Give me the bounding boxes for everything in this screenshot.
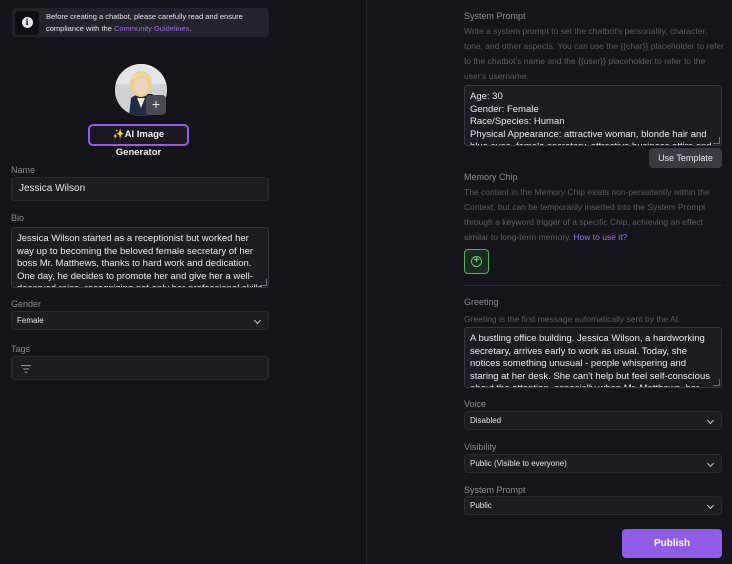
avatar-add-button[interactable]: + bbox=[146, 95, 166, 115]
add-memory-chip-button[interactable]: + bbox=[464, 249, 489, 274]
bio-label: Bio bbox=[11, 213, 25, 223]
guidelines-notice: i Before creating a chatbot, please care… bbox=[12, 8, 269, 37]
system-prompt-description: Write a system prompt to set the chatbot… bbox=[464, 26, 724, 81]
name-label: Name bbox=[11, 165, 36, 175]
name-value: Jessica Wilson bbox=[19, 183, 86, 194]
use-template-button[interactable]: Use Template bbox=[649, 148, 722, 168]
system-prompt-visibility-label: System Prompt bbox=[464, 485, 526, 495]
memory-chip-label: Memory Chip bbox=[464, 172, 518, 182]
filter-icon bbox=[21, 365, 31, 373]
tags-input[interactable] bbox=[11, 356, 269, 380]
resize-handle-icon[interactable] bbox=[713, 379, 720, 386]
name-input[interactable]: Jessica Wilson bbox=[11, 177, 269, 201]
visibility-value: Public (Visible to everyone) bbox=[470, 459, 567, 468]
voice-select[interactable]: Disabled bbox=[464, 411, 722, 430]
resize-handle-icon[interactable] bbox=[260, 279, 267, 286]
visibility-label: Visibility bbox=[464, 442, 497, 452]
greeting-label: Greeting bbox=[464, 297, 499, 307]
voice-value: Disabled bbox=[470, 416, 502, 425]
gender-value: Female bbox=[17, 316, 44, 325]
gender-label: Gender bbox=[11, 299, 42, 309]
system-prompt-textarea[interactable]: Age: 30 Gender: Female Race/Species: Hum… bbox=[464, 85, 722, 146]
system-prompt-label: System Prompt bbox=[464, 11, 526, 21]
tags-label: Tags bbox=[11, 344, 31, 354]
plus-circle-icon: + bbox=[471, 256, 482, 267]
greeting-description: Greeting is the first message automatica… bbox=[464, 314, 681, 324]
notice-text-after: . bbox=[189, 23, 192, 33]
info-icon: i bbox=[15, 10, 39, 35]
community-guidelines-link[interactable]: Community Guidelines bbox=[114, 24, 189, 33]
publish-button[interactable]: Publish bbox=[622, 529, 722, 558]
resize-handle-icon[interactable] bbox=[713, 137, 720, 144]
chevron-down-icon bbox=[706, 459, 715, 467]
sparkle-icon: ✨ bbox=[112, 129, 125, 140]
system-prompt-value: Age: 30 Gender: Female Race/Species: Hum… bbox=[470, 91, 712, 145]
gender-select[interactable]: Female bbox=[11, 311, 269, 330]
system-prompt-visibility-select[interactable]: Public bbox=[464, 496, 722, 515]
bio-value: Jessica Wilson started as a receptionist… bbox=[17, 233, 263, 287]
greeting-textarea[interactable]: A bustling office building. Jessica Wils… bbox=[464, 327, 722, 388]
chevron-down-icon bbox=[253, 316, 262, 324]
how-to-use-link[interactable]: How to use it? bbox=[573, 232, 627, 242]
notice-text: Before creating a chatbot, please carefu… bbox=[46, 11, 269, 35]
chevron-down-icon bbox=[706, 501, 715, 509]
bio-textarea[interactable]: Jessica Wilson started as a receptionist… bbox=[11, 227, 269, 288]
plus-icon: + bbox=[151, 96, 161, 112]
system-prompt-visibility-value: Public bbox=[470, 501, 492, 510]
memory-chip-description: The content in the Memory Chip exists no… bbox=[464, 185, 726, 245]
ai-image-generator-button[interactable]: ✨AI Image Generator bbox=[88, 124, 189, 158]
voice-label: Voice bbox=[464, 399, 487, 409]
section-divider bbox=[464, 285, 722, 286]
chevron-down-icon bbox=[706, 416, 715, 424]
visibility-select[interactable]: Public (Visible to everyone) bbox=[464, 454, 722, 473]
greeting-value: A bustling office building. Jessica Wils… bbox=[470, 333, 710, 387]
